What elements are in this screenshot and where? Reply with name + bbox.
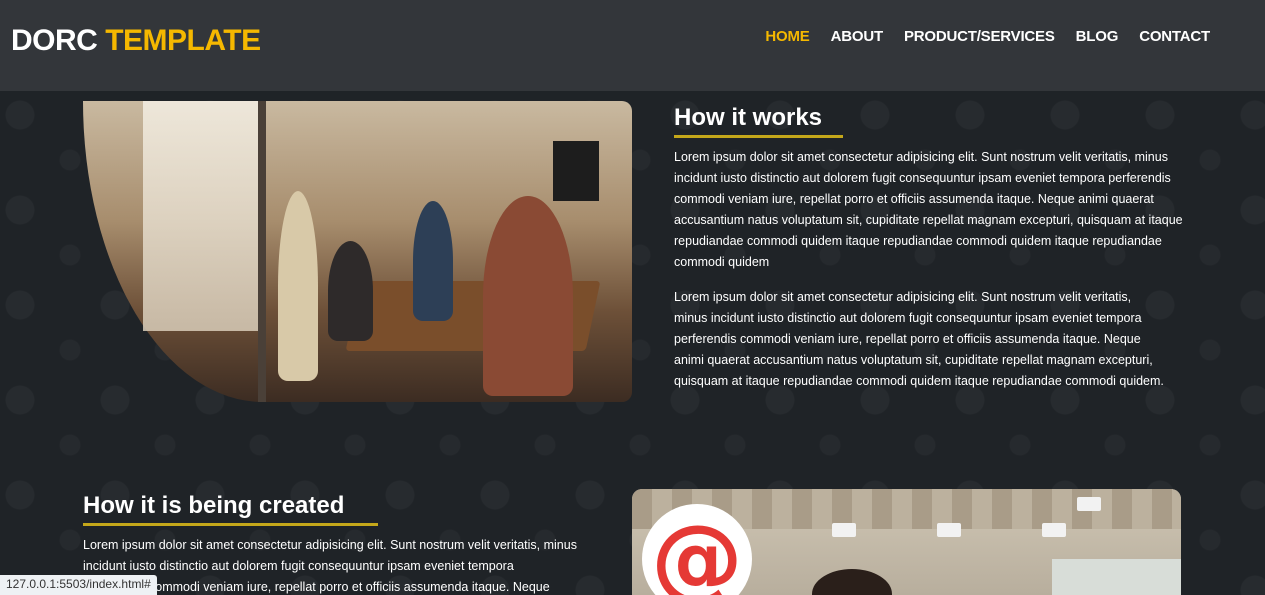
- nav-about[interactable]: ABOUT: [831, 28, 884, 45]
- site-logo[interactable]: DORC TEMPLATE: [11, 24, 261, 58]
- image-ceiling-lamp: [832, 523, 856, 537]
- image-ceiling-lamp: [937, 523, 961, 537]
- section1-paragraph-2: Lorem ipsum dolor sit amet consectetur a…: [674, 290, 1164, 388]
- section1-paragraph-1: Lorem ipsum dolor sit amet consectetur a…: [674, 150, 1183, 269]
- status-bar-url: 127.0.0.1:5503/index.html#: [0, 575, 157, 595]
- image-person-presenter: [413, 201, 453, 321]
- nav-home[interactable]: HOME: [765, 28, 809, 45]
- nav-blog[interactable]: BLOG: [1076, 28, 1119, 45]
- image-person-foreground: [483, 196, 573, 396]
- image-doorframe: [258, 101, 266, 402]
- nav-contact[interactable]: CONTACT: [1139, 28, 1210, 45]
- image-person-seated: [328, 241, 373, 341]
- image-ceiling-lamp: [1077, 497, 1101, 511]
- section2-paragraph-1: Lorem ipsum dolor sit amet consectetur a…: [83, 538, 577, 594]
- section-title-how-it-is-being-created: How it is being created: [83, 492, 345, 519]
- image-wall-screen: [553, 141, 599, 201]
- at-sign-glyph: @: [651, 505, 743, 595]
- image-person-head: [812, 569, 892, 595]
- image-ceiling-lamp: [1042, 523, 1066, 537]
- title-underline: [674, 135, 843, 138]
- logo-accent-text: TEMPLATE: [105, 24, 261, 57]
- main-nav: HOME ABOUT PRODUCT/SERVICES BLOG CONTACT: [765, 28, 1210, 45]
- nav-product-services[interactable]: PRODUCT/SERVICES: [904, 28, 1055, 45]
- office-meeting-image: [83, 101, 632, 402]
- image-person-standing: [278, 191, 318, 381]
- section-title-how-it-works: How it works: [674, 104, 823, 131]
- logo-main-text: DORC: [11, 24, 98, 57]
- title-underline: [83, 523, 378, 526]
- image-wall: [1052, 559, 1181, 595]
- at-sign-icon: @: [642, 504, 752, 595]
- office-at-image: @: [632, 489, 1181, 595]
- site-header: DORC TEMPLATE HOME ABOUT PRODUCT/SERVICE…: [0, 0, 1265, 91]
- image-window: [143, 101, 263, 331]
